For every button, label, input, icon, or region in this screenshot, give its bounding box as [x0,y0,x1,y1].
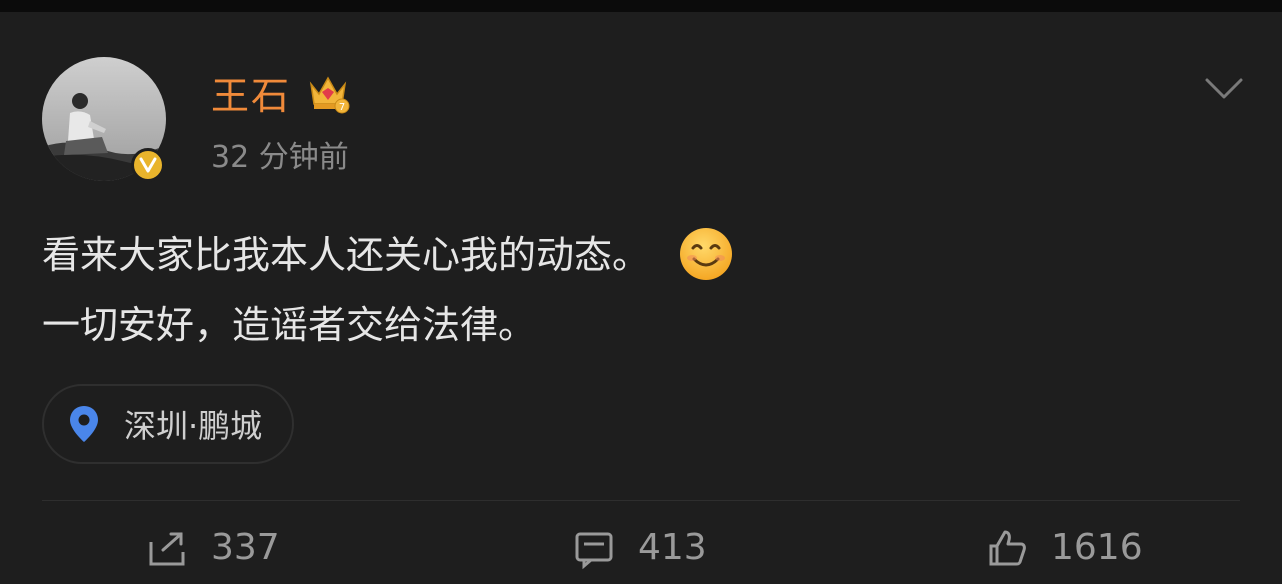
like-count: 1616 [1051,527,1143,568]
comment-count: 413 [638,527,707,568]
comment-button[interactable]: 413 [572,524,707,572]
svg-text:7: 7 [339,102,345,113]
top-bar [0,0,1282,12]
location-pin-icon [70,406,98,442]
chevron-down-icon[interactable] [1204,76,1244,102]
post-line-1: 看来大家比我本人还关心我的动态。 [42,220,1222,290]
action-bar: 337 413 1616 [0,524,1282,584]
thumbs-up-icon [989,530,1026,566]
post-line-2: 一切安好，造谣者交给法律。 [42,303,537,347]
repost-count: 337 [211,527,280,568]
crown-badge-icon[interactable]: 7 [305,70,351,116]
post-timestamp: 32 分钟前 [211,140,349,175]
location-text: 深圳·鹏城 [124,407,263,445]
post-text: 看来大家比我本人还关心我的动态。 一切安好，造谣者交给法律。 [42,220,1222,360]
repost-button[interactable]: 337 [145,524,280,572]
divider [42,500,1240,501]
repost-icon [149,532,185,566]
username[interactable]: 王石 [211,74,291,118]
weibo-post-card: 王石 7 32 分钟前 看来大家比我本人还关心我的动态。 一切安好，造谣者交给法… [0,12,1282,570]
location-tag[interactable]: 深圳·鹏城 [42,384,295,464]
smiling-face-emoji [678,226,734,282]
verified-badge-icon [131,148,165,182]
post-line-1-text: 看来大家比我本人还关心我的动态。 [42,233,651,277]
like-button[interactable]: 1616 [985,524,1143,572]
comment-icon [575,532,613,570]
